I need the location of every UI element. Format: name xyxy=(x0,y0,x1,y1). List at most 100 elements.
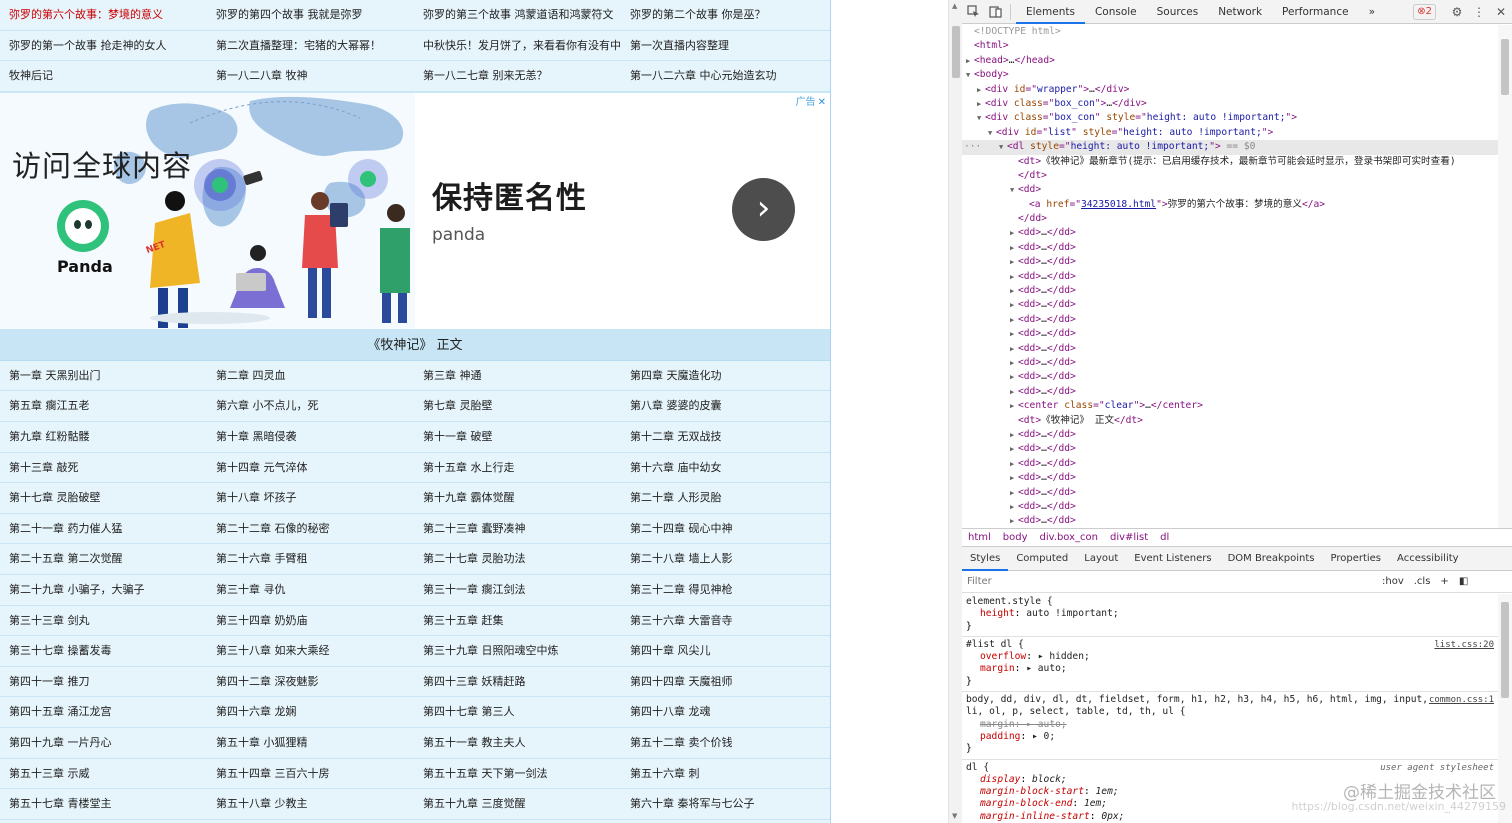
expand-triangle-icon[interactable]: ▶ xyxy=(977,97,985,111)
chapter-link[interactable]: 第五十六章 刺 xyxy=(621,759,828,789)
dom-node[interactable]: ▶ <dd>…</dd> xyxy=(962,500,1498,514)
chapter-link[interactable]: 第一八二七章 别来无恙？ xyxy=(414,61,621,91)
chapter-link[interactable]: 第十六章 庙中幼女 xyxy=(621,453,828,483)
chapter-link[interactable]: 第六十章 秦将军与七公子 xyxy=(621,789,828,819)
dom-node[interactable]: ▶ <div id="wrapper">…</div> xyxy=(962,83,1498,97)
chapter-link[interactable]: 第十一章 破壁 xyxy=(414,422,621,452)
chapter-link[interactable]: 第十九章 霸体觉醒 xyxy=(414,483,621,513)
css-property-value[interactable]: ▸ hidden; xyxy=(1038,651,1090,662)
device-toggle-icon[interactable] xyxy=(984,0,1006,24)
collapse-triangle-icon[interactable]: ▼ xyxy=(977,111,985,125)
node-actions-icon[interactable]: ··· xyxy=(964,140,981,154)
css-selector[interactable]: #list dl { xyxy=(966,639,1494,651)
chapter-link[interactable]: 第三十八章 如来大乘经 xyxy=(207,636,414,666)
chapter-link[interactable]: 中秋快乐！发月饼了，来看看你有没有中 xyxy=(414,31,621,61)
dom-tree-scroll-thumb[interactable] xyxy=(1501,39,1509,95)
css-property-name[interactable]: margin-inline-start xyxy=(980,811,1090,822)
chapter-link[interactable]: 第十二章 无双战技 xyxy=(621,422,828,452)
chapter-link[interactable]: 第五章 瘸江五老 xyxy=(0,391,207,421)
chapter-link[interactable]: 第一八二八章 牧神 xyxy=(207,61,414,91)
css-declaration[interactable]: overflow: ▸ hidden; xyxy=(966,651,1494,663)
chapter-link[interactable]: 第六章 小不点儿，死 xyxy=(207,391,414,421)
chapter-link[interactable]: 第二章 四灵血 xyxy=(207,361,414,391)
dom-node[interactable]: ▼ <div id="list" style="height: auto !imp… xyxy=(962,126,1498,140)
dom-node[interactable]: ▶ <center class="clear">…</center> xyxy=(962,399,1498,413)
dom-node[interactable]: ▶ <dd>…</dd> xyxy=(962,327,1498,341)
chapter-link[interactable]: 第五十九章 三度觉醒 xyxy=(414,789,621,819)
error-count-badge[interactable]: ⊗2 xyxy=(1413,3,1436,20)
css-property-name[interactable]: margin-block-end xyxy=(980,798,1072,809)
chapter-link[interactable]: 第三十章 寻仇 xyxy=(207,575,414,605)
css-property-value[interactable]: block; xyxy=(1032,774,1067,785)
chapter-link[interactable]: 第十章 黑暗侵袭 xyxy=(207,422,414,452)
dom-node[interactable]: ▶ <dd>…</dd> xyxy=(962,442,1498,456)
ad-next-arrow-button[interactable]: › xyxy=(732,177,795,241)
dom-node[interactable]: ▼ <dd> xyxy=(962,183,1498,197)
styles-scrollbar[interactable] xyxy=(1498,594,1512,823)
css-property-name[interactable]: display xyxy=(980,774,1020,785)
chapter-link[interactable]: 第五十七章 青楼堂主 xyxy=(0,789,207,819)
tab-elements[interactable]: Elements xyxy=(1016,0,1085,24)
css-property-value[interactable]: ▸ auto; xyxy=(1026,663,1066,674)
expand-triangle-icon[interactable]: ▶ xyxy=(966,54,974,68)
dom-node[interactable]: <!DOCTYPE html> xyxy=(962,25,1498,39)
styles-scroll-thumb[interactable] xyxy=(1501,602,1509,698)
dom-node[interactable]: </dd> xyxy=(962,212,1498,226)
css-property-name[interactable]: overflow xyxy=(980,651,1026,662)
chapter-link[interactable]: 第二次直播整理：宅猪的大幂幂！ xyxy=(207,31,414,61)
dom-tree-scrollbar[interactable] xyxy=(1498,25,1512,528)
dom-node[interactable]: ▶ <dd>…</dd> xyxy=(962,486,1498,500)
ad-close-icon[interactable]: ✕ xyxy=(818,97,826,108)
css-declaration[interactable]: height: auto !important; xyxy=(966,608,1494,620)
chapter-link[interactable]: 第五十三章 示威 xyxy=(0,759,207,789)
chapter-link[interactable]: 第四十章 风尖儿 xyxy=(621,636,828,666)
chapter-link[interactable]: 第二十二章 石像的秘密 xyxy=(207,514,414,544)
expand-triangle-icon[interactable]: ▶ xyxy=(1010,270,1018,284)
chapter-link[interactable]: 第五十五章 天下第一剑法 xyxy=(414,759,621,789)
subtab-accessibility[interactable]: Accessibility xyxy=(1389,547,1467,571)
dom-node[interactable]: ▶ <dd>…</dd> xyxy=(962,370,1498,384)
collapse-triangle-icon[interactable]: ▼ xyxy=(1010,183,1018,197)
dom-node[interactable]: ▶ <dd>…</dd> xyxy=(962,241,1498,255)
css-property-name[interactable]: padding xyxy=(980,731,1020,742)
css-rule[interactable]: body, dd, div, dl, dt, fieldset, form, h… xyxy=(962,692,1498,760)
chapter-link[interactable]: 第三十四章 奶奶庙 xyxy=(207,606,414,636)
breadcrumb-item[interactable]: dl xyxy=(1154,532,1175,543)
chapter-link[interactable]: 第二十六章 手臂租 xyxy=(207,544,414,574)
subtab-computed[interactable]: Computed xyxy=(1008,547,1076,571)
expand-triangle-icon[interactable]: ▶ xyxy=(1010,486,1018,500)
chapter-link[interactable]: 第三十六章 大雷音寺 xyxy=(621,606,828,636)
dom-node[interactable]: <html> xyxy=(962,39,1498,53)
chapter-link[interactable]: 第二十九章 小骗子，大骗子 xyxy=(0,575,207,605)
chapter-link[interactable]: 第三十一章 瘸江剑法 xyxy=(414,575,621,605)
subtab-properties[interactable]: Properties xyxy=(1322,547,1389,571)
close-icon[interactable]: ✕ xyxy=(1490,0,1512,24)
dom-node[interactable]: ▶ <head>…</head> xyxy=(962,54,1498,68)
chapter-link[interactable]: 第四章 天魔造化功 xyxy=(621,361,828,391)
chapter-link[interactable]: 第四十三章 妖精赶路 xyxy=(414,667,621,697)
expand-triangle-icon[interactable]: ▶ xyxy=(1010,471,1018,485)
sidebar-toggle-icon[interactable]: ◧ xyxy=(1454,576,1473,587)
chapter-link[interactable]: 第二十三章 蠹野凑神 xyxy=(414,514,621,544)
chapter-link[interactable]: 第二十五章 第二次觉醒 xyxy=(0,544,207,574)
expand-triangle-icon[interactable]: ▶ xyxy=(1010,226,1018,240)
expand-triangle-icon[interactable]: ▶ xyxy=(1010,284,1018,298)
dom-node[interactable]: ▶ <dd>…</dd> xyxy=(962,226,1498,240)
css-property-value[interactable]: 0px; xyxy=(1101,811,1124,822)
dom-node[interactable]: ▶ <dd>…</dd> xyxy=(962,457,1498,471)
expand-triangle-icon[interactable]: ▶ xyxy=(1010,313,1018,327)
breadcrumb-item[interactable]: body xyxy=(997,532,1034,543)
chapter-link[interactable]: 第十七章 灵胎破壁 xyxy=(0,483,207,513)
breadcrumb-item[interactable]: div#list xyxy=(1104,532,1154,543)
dom-node-selected[interactable]: ··· ▼ <dl style="height: auto !important;"… xyxy=(962,140,1498,155)
css-declaration[interactable]: margin: ▸ auto; xyxy=(966,663,1494,675)
dom-node[interactable]: </dt> xyxy=(962,169,1498,183)
chapter-link[interactable]: 第一章 天黑别出门 xyxy=(0,361,207,391)
chapter-link[interactable]: 第四十九章 一片丹心 xyxy=(0,728,207,758)
ad-label[interactable]: 广告 ✕ xyxy=(796,93,826,108)
tab-sources[interactable]: Sources xyxy=(1147,0,1209,24)
css-property-value[interactable]: 1em; xyxy=(1084,798,1107,809)
scroll-up-arrow-icon[interactable]: ▲ xyxy=(952,2,957,10)
chapter-link[interactable]: 第一次直播内容整理 xyxy=(621,31,828,61)
expand-triangle-icon[interactable]: ▶ xyxy=(1010,298,1018,312)
